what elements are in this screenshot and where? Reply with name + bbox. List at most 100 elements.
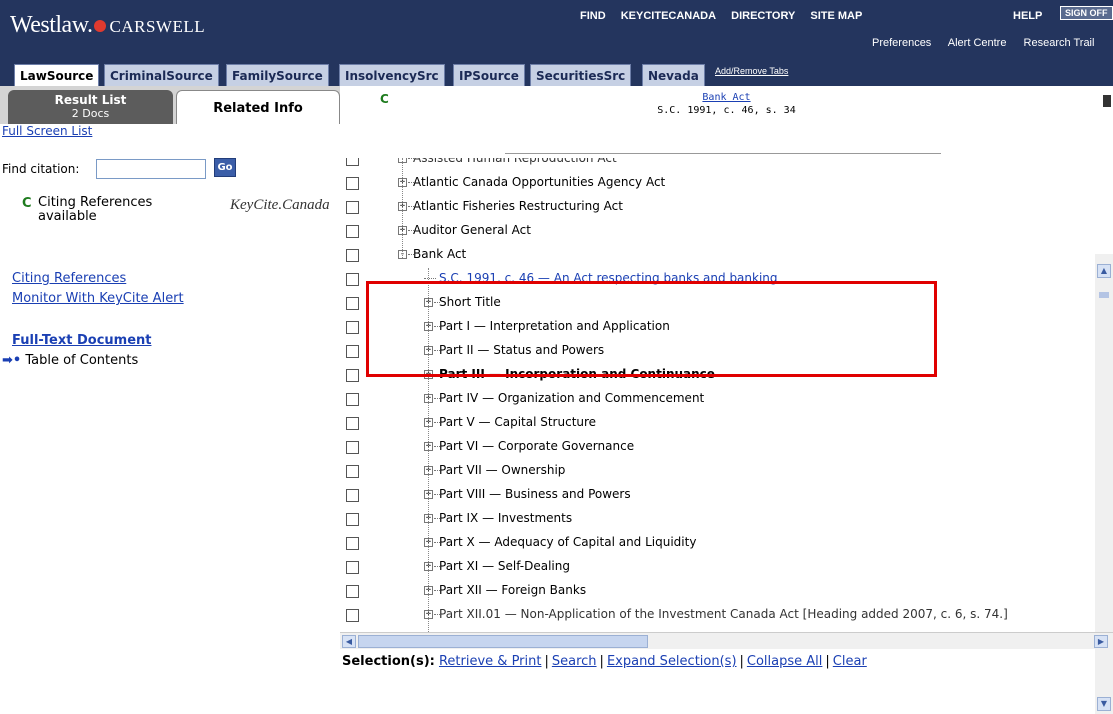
full-text-document-link[interactable]: Full-Text Document <box>12 333 151 348</box>
tree-label[interactable]: Part VIII — Business and Powers <box>439 487 631 501</box>
row-checkbox[interactable] <box>346 513 359 526</box>
tab-ipsource[interactable]: IPSource <box>453 64 525 86</box>
row-checkbox[interactable] <box>346 609 359 622</box>
row-checkbox[interactable] <box>346 297 359 310</box>
row-checkbox[interactable] <box>346 537 359 550</box>
selection-bar: Selection(s): Retrieve & Print | Search | Ex… <box>342 654 867 669</box>
alert-centre-link[interactable]: Alert Centre <box>948 37 1007 49</box>
scroll-down-icon[interactable]: ▼ <box>1097 697 1111 711</box>
tree-label[interactable]: Part X — Adequacy of Capital and Liquidi… <box>439 535 696 549</box>
result-list-label: Result List <box>54 93 127 107</box>
tab-lawsource[interactable]: LawSource <box>14 64 100 88</box>
add-remove-tabs-link[interactable]: Add/Remove Tabs <box>715 66 788 76</box>
tree-vertical-line <box>402 158 403 258</box>
tab-familysource[interactable]: FamilySource <box>226 64 329 86</box>
nav-keycitecanada[interactable]: KEYCITECANADA <box>621 10 716 22</box>
row-checkbox[interactable] <box>346 273 359 286</box>
related-info-tab[interactable]: Related Info <box>176 90 340 126</box>
app-header: Westlaw. CARSWELL FIND KEYCITECANADA DIRE… <box>0 0 1113 62</box>
tree-label[interactable]: Atlantic Canada Opportunities Agency Act <box>413 175 665 189</box>
tree-label[interactable]: Bank Act <box>413 247 466 261</box>
highlight-box <box>366 281 937 377</box>
top-nav: FIND KEYCITECANADA DIRECTORY SITE MAP <box>580 10 874 22</box>
row-checkbox[interactable] <box>346 369 359 382</box>
tree-label[interactable]: Part V — Capital Structure <box>439 415 596 429</box>
collapse-all-link[interactable]: Collapse All <box>747 654 823 669</box>
tree-label[interactable]: Part XII.01 — Non-Application of the Inv… <box>439 607 1008 621</box>
go-button[interactable]: Go <box>214 158 236 177</box>
tab-insolvencysrc[interactable]: InsolvencySrc <box>339 64 445 86</box>
row-checkbox[interactable] <box>346 489 359 502</box>
horizontal-scrollbar[interactable]: ◀ ▶ <box>340 632 1113 649</box>
row-checkbox[interactable] <box>346 321 359 334</box>
nav-directory[interactable]: DIRECTORY <box>731 10 795 22</box>
result-list-count: 2 Docs <box>71 107 110 120</box>
document-title: Bank Act S.C. 1991, c. 46, s. 34 <box>340 91 1113 117</box>
tab-securitiessrc[interactable]: SecuritiesSrc <box>530 64 632 86</box>
document-icon[interactable] <box>1103 95 1111 107</box>
expand-selection-link[interactable]: Expand Selection(s) <box>607 654 737 669</box>
tree-label[interactable]: Part VII — Ownership <box>439 463 565 477</box>
tree-label[interactable]: Assisted Human Reproduction Act <box>413 158 617 165</box>
result-list-tab[interactable]: Result List 2 Docs <box>8 90 173 124</box>
toc-tree: + Assisted Human Reproduction Act + Atlanti… <box>340 158 1095 632</box>
citing-references-status: Citing References available <box>38 196 188 224</box>
document-title-link[interactable]: Bank Act <box>340 91 1113 104</box>
toc-tree-row: + Part IV — Organization and Commencement <box>340 390 1095 414</box>
tree-label[interactable]: Part IV — Organization and Commencement <box>439 391 704 405</box>
monitor-keycite-alert-link[interactable]: Monitor With KeyCite Alert <box>12 291 184 306</box>
nav-site-map[interactable]: SITE MAP <box>810 10 862 22</box>
row-checkbox[interactable] <box>346 201 359 214</box>
help-link[interactable]: HELP <box>1013 10 1042 22</box>
sign-off-button[interactable]: SIGN OFF <box>1060 6 1113 20</box>
westlaw-logo-text: Westlaw. <box>10 12 93 38</box>
tree-label[interactable]: Part VI — Corporate Governance <box>439 439 634 453</box>
citing-text-line2: available <box>38 209 97 224</box>
search-link[interactable]: Search <box>552 654 597 669</box>
row-checkbox[interactable] <box>346 225 359 238</box>
row-checkbox[interactable] <box>346 158 359 166</box>
tree-label[interactable]: Part IX — Investments <box>439 511 572 525</box>
tab-criminalsource[interactable]: CriminalSource <box>104 64 219 86</box>
document-citation: S.C. 1991, c. 46, s. 34 <box>657 105 796 116</box>
westlaw-carswell-logo[interactable]: Westlaw. CARSWELL <box>10 12 205 39</box>
row-checkbox[interactable] <box>346 417 359 430</box>
carswell-logo-text: CARSWELL <box>109 17 206 36</box>
tab-nevada[interactable]: Nevada <box>642 64 705 86</box>
row-checkbox[interactable] <box>346 585 359 598</box>
row-checkbox[interactable] <box>346 465 359 478</box>
row-checkbox[interactable] <box>346 249 359 262</box>
horizontal-scroll-thumb[interactable] <box>358 635 648 648</box>
scroll-right-icon[interactable]: ▶ <box>1094 635 1108 648</box>
row-checkbox[interactable] <box>346 561 359 574</box>
toc-tree-row: + Auditor General Act <box>340 222 1095 246</box>
clear-link[interactable]: Clear <box>833 654 867 669</box>
sub-nav: Preferences Alert Centre Research Trail <box>872 37 1108 49</box>
row-checkbox[interactable] <box>346 393 359 406</box>
row-checkbox[interactable] <box>346 177 359 190</box>
row-checkbox[interactable] <box>346 441 359 454</box>
table-of-contents-item[interactable]: ➡• Table of Contents <box>2 353 138 368</box>
preferences-link[interactable]: Preferences <box>872 37 931 49</box>
toc-tree-row: + Part X — Adequacy of Capital and Liquid… <box>340 534 1095 558</box>
research-trail-link[interactable]: Research Trail <box>1024 37 1095 49</box>
row-checkbox[interactable] <box>346 345 359 358</box>
citing-text-line1: Citing References <box>38 195 153 210</box>
full-screen-list-link[interactable]: Full Screen List <box>2 124 92 138</box>
retrieve-print-link[interactable]: Retrieve & Print <box>439 654 542 669</box>
nav-find[interactable]: FIND <box>580 10 606 22</box>
tree-label[interactable]: Part XI — Self-Dealing <box>439 559 570 573</box>
scroll-up-icon[interactable]: ▲ <box>1097 264 1111 278</box>
tree-label[interactable]: Part XII — Foreign Banks <box>439 583 586 597</box>
tree-connector <box>424 278 436 279</box>
tree-label[interactable]: Auditor General Act <box>413 223 531 237</box>
left-panel: Result List 2 Docs Related Info Full Scr… <box>0 86 340 681</box>
find-citation-input[interactable] <box>96 159 206 179</box>
toc-tree-row: + Part IX — Investments <box>340 510 1095 534</box>
toc-tree-row: + Part VI — Corporate Governance <box>340 438 1095 462</box>
table-of-contents-label: Table of Contents <box>25 353 139 368</box>
toc-tree-row: + Atlantic Canada Opportunities Agency Ac… <box>340 174 1095 198</box>
tree-label[interactable]: Atlantic Fisheries Restructuring Act <box>413 199 623 213</box>
scroll-left-icon[interactable]: ◀ <box>342 635 356 648</box>
citing-references-link[interactable]: Citing References <box>12 271 126 286</box>
